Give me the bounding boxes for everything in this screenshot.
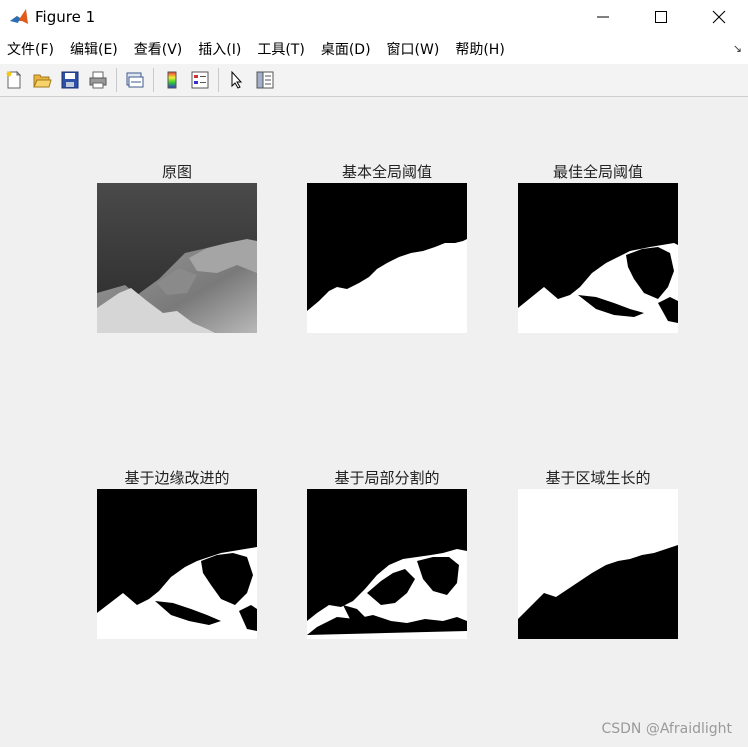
- menu-window[interactable]: 窗口(W): [379, 39, 448, 59]
- minimize-icon: [597, 16, 609, 18]
- maximize-icon: [655, 11, 667, 23]
- menu-edit[interactable]: 编辑(E): [62, 39, 126, 59]
- local-segmentation-image: [307, 489, 467, 639]
- colorbar-icon: [167, 71, 177, 89]
- toolbar-separator: [116, 68, 117, 92]
- optimal-global-threshold-image: [518, 183, 678, 333]
- original-image: [97, 183, 257, 333]
- window-title: Figure 1: [35, 8, 96, 26]
- region-growing-image: [518, 489, 678, 639]
- toolbar-separator: [218, 68, 219, 92]
- legend-button[interactable]: [188, 68, 212, 92]
- menu-desktop[interactable]: 桌面(D): [313, 39, 379, 59]
- subplot-title: 基本全局阈值: [341, 163, 432, 181]
- watermark: CSDN @Afraidlight: [601, 721, 732, 737]
- subplot-title: 原图: [161, 163, 192, 181]
- link-plot-icon: [126, 72, 144, 88]
- subplot-basic-global-threshold: 基本全局阈值: [307, 163, 467, 333]
- minimize-button[interactable]: [574, 0, 632, 34]
- subplot-region-growing: 基于区域生长的: [518, 469, 678, 639]
- menu-help[interactable]: 帮助(H): [447, 39, 512, 59]
- menu-file[interactable]: 文件(F): [0, 39, 62, 59]
- property-editor-button[interactable]: [253, 68, 277, 92]
- save-icon: [61, 71, 79, 89]
- property-editor-icon: [256, 71, 274, 89]
- menu-tools[interactable]: 工具(T): [249, 39, 312, 59]
- subplot-optimal-global-threshold: 最佳全局阈值: [518, 163, 678, 333]
- subplot-title: 基于边缘改进的: [124, 469, 230, 487]
- menu-insert[interactable]: 插入(I): [190, 39, 249, 59]
- figure-canvas: 原图 基本全局阈值 最佳全局阈值 基于边缘改进的 基于局部分割的 基于区域生长的…: [0, 98, 748, 747]
- pointer-button[interactable]: [225, 68, 249, 92]
- new-figure-button[interactable]: [2, 68, 26, 92]
- subplot-title: 基于局部分割的: [334, 469, 440, 487]
- subplot-local-segmentation: 基于局部分割的: [307, 469, 467, 639]
- print-icon: [89, 71, 107, 89]
- menu-view[interactable]: 查看(V): [126, 39, 191, 59]
- print-button[interactable]: [86, 68, 110, 92]
- subplot-title: 基于区域生长的: [545, 469, 651, 487]
- legend-icon: [191, 71, 209, 89]
- open-button[interactable]: [30, 68, 54, 92]
- maximize-button[interactable]: [632, 0, 690, 34]
- dock-arrow-icon[interactable]: ↘: [733, 42, 742, 55]
- matlab-logo-icon: [9, 7, 29, 27]
- figure-toolbar: [0, 64, 748, 97]
- pointer-icon: [231, 70, 243, 89]
- edge-improved-image: [97, 489, 257, 639]
- colorbar-button[interactable]: [160, 68, 184, 92]
- subplot-edge-improved: 基于边缘改进的: [97, 469, 257, 639]
- new-figure-icon: [6, 70, 22, 89]
- subplot-title: 最佳全局阈值: [552, 163, 643, 181]
- subplot-original: 原图: [97, 163, 257, 333]
- open-icon: [33, 74, 52, 88]
- title-bar: Figure 1: [0, 0, 748, 34]
- basic-global-threshold-image: [307, 183, 467, 333]
- menu-bar: 文件(F) 编辑(E) 查看(V) 插入(I) 工具(T) 桌面(D) 窗口(W…: [0, 34, 748, 65]
- save-button[interactable]: [58, 68, 82, 92]
- link-plot-button[interactable]: [123, 68, 147, 92]
- close-button[interactable]: [690, 0, 748, 34]
- close-icon: [712, 10, 726, 24]
- toolbar-separator: [153, 68, 154, 92]
